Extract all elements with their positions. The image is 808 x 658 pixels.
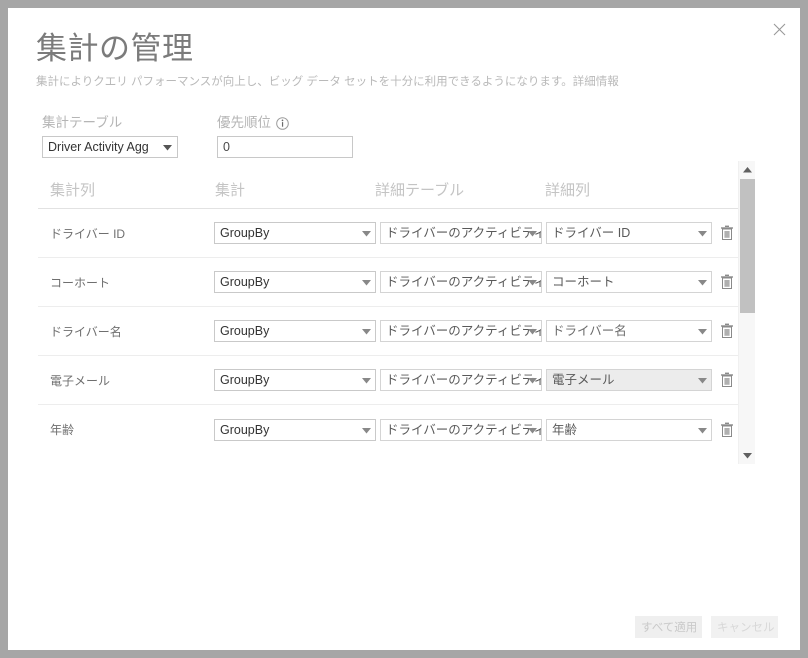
aggregation-column-name: 年齢 xyxy=(50,423,75,437)
chevron-down-icon xyxy=(528,272,537,292)
detail-table-select[interactable]: ドライバーのアクティビティ xyxy=(380,369,542,391)
detail-table-value: ドライバーのアクティビティ xyxy=(386,422,542,437)
table-row: ドライバー名 GroupBy ドライバーのアクティビティ ドライバー名 xyxy=(38,307,738,356)
aggregation-select[interactable]: GroupBy xyxy=(214,271,376,293)
aggregation-value: GroupBy xyxy=(220,275,270,289)
scroll-up-icon[interactable] xyxy=(739,161,756,178)
aggregation-value: GroupBy xyxy=(220,422,270,437)
trash-icon[interactable] xyxy=(718,321,736,341)
detail-table-select[interactable]: ドライバーのアクティビティ xyxy=(380,418,542,441)
priority-label: 優先順位 xyxy=(217,114,353,132)
detail-column-select[interactable]: ドライバー名 xyxy=(546,320,712,342)
aggregation-column-name: 電子メール xyxy=(50,373,111,388)
column-header-detail-column: 詳細列 xyxy=(545,182,591,199)
chevron-down-icon xyxy=(528,223,537,243)
aggregation-table-select[interactable]: Driver Activity Agg xyxy=(42,136,178,158)
trash-icon[interactable] xyxy=(718,272,736,292)
detail-column-select[interactable]: コーホート xyxy=(546,271,712,293)
table-row: 年齢 GroupBy ドライバーのアクティビティ 年齢 xyxy=(38,405,738,454)
detail-table-value: ドライバーのアクティビティ xyxy=(386,373,542,387)
detail-table-select[interactable]: ドライバーのアクティビティ xyxy=(380,320,542,342)
chevron-down-icon xyxy=(698,223,707,243)
trash-icon[interactable] xyxy=(718,223,736,243)
priority-label-text: 優先順位 xyxy=(217,115,271,130)
chevron-down-icon xyxy=(528,370,537,390)
scrollbar-thumb[interactable] xyxy=(740,179,755,313)
chevron-down-icon xyxy=(362,420,371,440)
aggregation-value: GroupBy xyxy=(220,226,270,240)
apply-all-button[interactable]: すべて適用 xyxy=(635,616,702,638)
aggregation-select[interactable]: GroupBy xyxy=(214,320,376,342)
chevron-down-icon xyxy=(163,137,172,157)
detail-column-value: コーホート xyxy=(552,275,615,289)
grid-header-row: 集計列 集計 詳細テーブル 詳細列 xyxy=(38,161,738,209)
detail-column-select[interactable]: 電子メール xyxy=(546,369,712,391)
detail-column-value: ドライバー ID xyxy=(552,226,631,240)
manage-aggregations-dialog: 集計の管理 集計によりクエリ パフォーマンスが向上し、ビッグ データ セットを十… xyxy=(8,8,800,650)
column-header-detail-table: 詳細テーブル xyxy=(375,182,465,199)
aggregation-value: GroupBy xyxy=(220,324,270,338)
grid-scrollbar[interactable] xyxy=(738,161,755,464)
aggregation-column-name: ドライバー ID xyxy=(50,226,126,241)
table-row: コーホート GroupBy ドライバーのアクティビティ コーホート xyxy=(38,258,738,307)
aggregation-select[interactable]: GroupBy xyxy=(214,418,376,441)
selector-row: 集計テーブル Driver Activity Agg 優先順位 xyxy=(42,114,353,158)
detail-column-value: 年齢 xyxy=(552,422,578,437)
detail-column-select[interactable]: 年齢 xyxy=(546,418,712,441)
chevron-down-icon xyxy=(698,370,707,390)
chevron-down-icon xyxy=(528,321,537,341)
detail-table-select[interactable]: ドライバーのアクティビティ xyxy=(380,222,542,244)
page-subtitle: 集計によりクエリ パフォーマンスが向上し、ビッグ データ セットを十分に利用でき… xyxy=(36,76,619,88)
aggregation-select[interactable]: GroupBy xyxy=(214,369,376,391)
grid-body: ドライバー ID GroupBy ドライバーのアクティビティ ドライバー ID xyxy=(38,209,738,454)
cancel-button[interactable]: キャンセル xyxy=(711,616,778,638)
column-header-aggregation-column: 集計列 xyxy=(50,182,96,199)
aggregation-column-name: ドライバー名 xyxy=(50,324,122,339)
chevron-down-icon xyxy=(362,321,371,341)
priority-input[interactable] xyxy=(217,136,353,158)
detail-table-value: ドライバーのアクティビティ xyxy=(386,226,542,240)
chevron-down-icon xyxy=(528,420,537,440)
detail-table-select[interactable]: ドライバーのアクティビティ xyxy=(380,271,542,293)
aggregation-value: GroupBy xyxy=(220,373,270,387)
chevron-down-icon xyxy=(698,272,707,292)
dialog-header: 集計の管理 集計によりクエリ パフォーマンスが向上し、ビッグ データ セットを十… xyxy=(36,30,760,90)
detail-column-select[interactable]: ドライバー ID xyxy=(546,222,712,244)
priority-group: 優先順位 xyxy=(217,114,353,158)
scroll-down-icon[interactable] xyxy=(739,447,756,464)
aggregation-table-label: 集計テーブル xyxy=(42,115,123,130)
aggregation-table-group: 集計テーブル Driver Activity Agg xyxy=(42,114,178,158)
chevron-down-icon xyxy=(698,420,707,440)
detail-table-value: ドライバーのアクティビティ xyxy=(386,324,542,338)
detail-table-value: ドライバーのアクティビティ xyxy=(386,275,542,289)
aggregation-column-name: コーホート xyxy=(50,275,111,290)
table-row: 電子メール GroupBy ドライバーのアクティビティ 電子メール xyxy=(38,356,738,405)
close-icon[interactable] xyxy=(764,14,794,44)
aggregation-select[interactable]: GroupBy xyxy=(214,222,376,244)
aggregation-grid: 集計列 集計 詳細テーブル 詳細列 ドライバー ID GroupBy ドライバー… xyxy=(38,161,755,464)
dialog-footer: すべて適用 キャンセル xyxy=(635,616,778,638)
chevron-down-icon xyxy=(362,223,371,243)
aggregation-table-value: Driver Activity Agg xyxy=(48,140,149,154)
chevron-down-icon xyxy=(362,272,371,292)
trash-icon[interactable] xyxy=(718,420,736,440)
detail-column-value: 電子メール xyxy=(552,373,615,387)
detail-column-value: ドライバー名 xyxy=(552,324,627,338)
info-icon[interactable] xyxy=(276,116,289,130)
chevron-down-icon xyxy=(698,321,707,341)
chevron-down-icon xyxy=(362,370,371,390)
page-title: 集計の管理 xyxy=(36,31,194,66)
table-row: ドライバー ID GroupBy ドライバーのアクティビティ ドライバー ID xyxy=(38,209,738,258)
column-header-aggregation: 集計 xyxy=(215,182,246,199)
trash-icon[interactable] xyxy=(718,370,736,390)
